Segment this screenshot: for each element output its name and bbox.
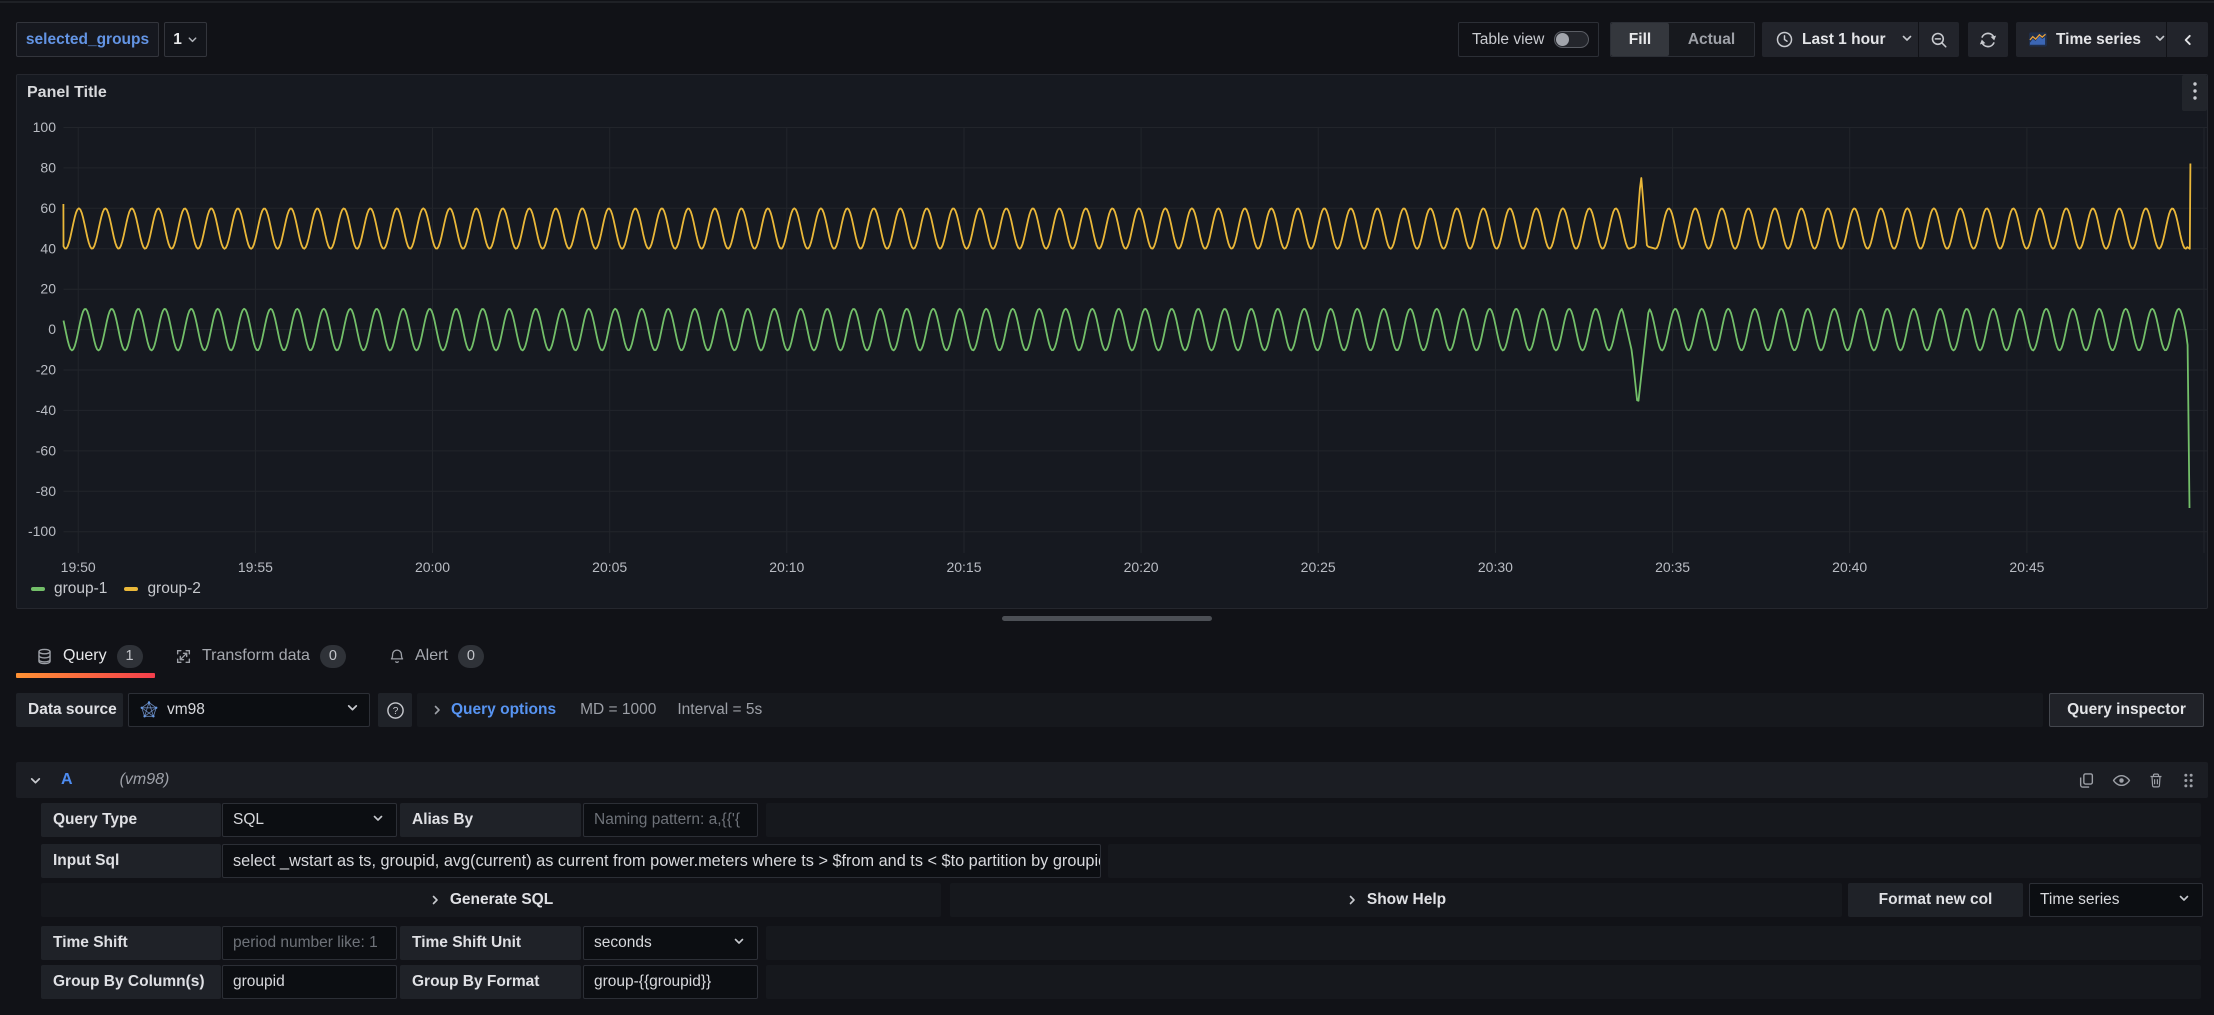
svg-text:20:05: 20:05 — [592, 559, 627, 575]
svg-text:20: 20 — [40, 281, 56, 297]
svg-text:20:10: 20:10 — [769, 559, 804, 575]
svg-text:60: 60 — [40, 200, 56, 216]
svg-text:-100: -100 — [28, 523, 56, 539]
svg-text:19:55: 19:55 — [238, 559, 273, 575]
svg-text:19:50: 19:50 — [61, 559, 96, 575]
svg-text:-80: -80 — [36, 483, 56, 499]
svg-text:20:30: 20:30 — [1478, 559, 1513, 575]
svg-text:20:25: 20:25 — [1301, 559, 1336, 575]
svg-text:-60: -60 — [36, 442, 56, 458]
svg-text:20:15: 20:15 — [946, 559, 981, 575]
svg-text:20:20: 20:20 — [1124, 559, 1159, 575]
svg-text:100: 100 — [33, 119, 57, 135]
svg-text:20:45: 20:45 — [2009, 559, 2044, 575]
svg-text:-40: -40 — [36, 402, 56, 418]
svg-text:20:00: 20:00 — [415, 559, 450, 575]
svg-text:20:35: 20:35 — [1655, 559, 1690, 575]
svg-text:40: 40 — [40, 240, 56, 256]
svg-text:?: ? — [392, 706, 398, 717]
svg-text:0: 0 — [48, 321, 56, 337]
svg-text:20:40: 20:40 — [1832, 559, 1867, 575]
svg-text:-20: -20 — [36, 362, 56, 378]
svg-text:80: 80 — [40, 159, 56, 175]
